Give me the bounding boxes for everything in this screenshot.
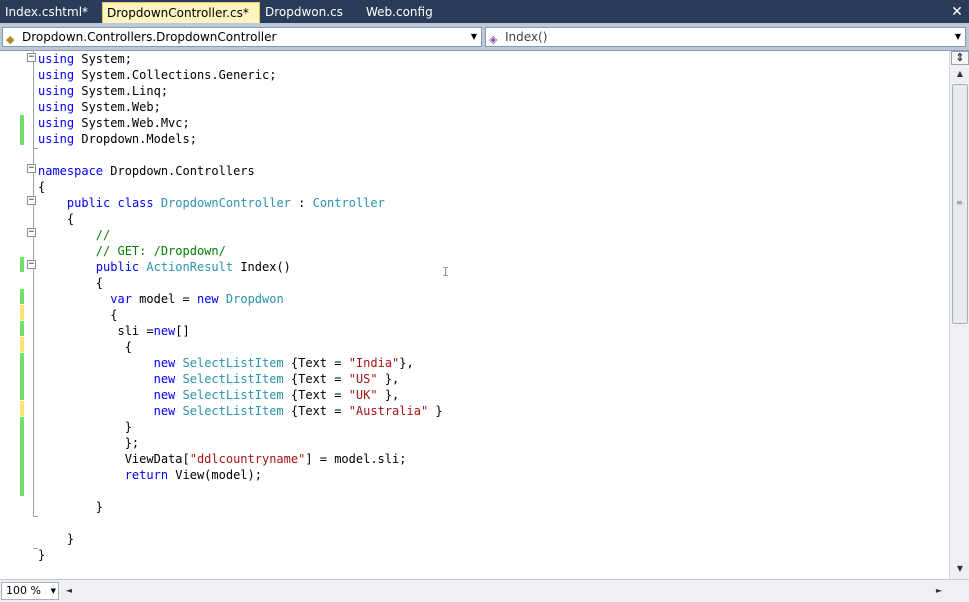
code-line: using System.Web; bbox=[38, 100, 161, 114]
scroll-left-icon[interactable]: ◄ bbox=[62, 583, 76, 599]
change-marker bbox=[20, 401, 24, 416]
code-line: using System.Web.Mvc; bbox=[38, 116, 190, 130]
collapse-icon[interactable]: − bbox=[27, 228, 36, 237]
chevron-down-icon[interactable]: ▼ bbox=[469, 28, 479, 46]
horizontal-scrollbar: 100 % ▼ ◄ ► bbox=[0, 579, 969, 602]
navigation-bar: ◆ Dropdown.Controllers.DropdownController… bbox=[0, 23, 969, 51]
code-line: namespace Dropdown.Controllers bbox=[38, 164, 255, 178]
zoom-dropdown[interactable]: 100 % ▼ bbox=[1, 582, 59, 600]
outline-line bbox=[33, 51, 34, 516]
code-line: } bbox=[38, 532, 75, 546]
scrollbar-corner bbox=[949, 580, 969, 602]
chevron-down-icon[interactable]: ▼ bbox=[51, 583, 56, 599]
code-line: { bbox=[38, 212, 75, 226]
change-marker bbox=[20, 321, 24, 336]
code-line: using Dropdown.Models; bbox=[38, 132, 197, 146]
code-line: // GET: /Dropdown/ bbox=[95, 244, 226, 258]
zoom-level: 100 % bbox=[6, 584, 41, 597]
code-line: using System; bbox=[38, 52, 132, 66]
scroll-up-icon[interactable]: ▲ bbox=[951, 66, 969, 82]
change-marker bbox=[20, 353, 24, 400]
code-line: }; bbox=[38, 436, 140, 450]
change-marker bbox=[20, 115, 24, 145]
member-dropdown[interactable]: ◈ Index() ▼ bbox=[485, 27, 966, 47]
code-line: public ActionResult Index() bbox=[95, 260, 291, 274]
code-line: } bbox=[38, 548, 46, 562]
chevron-down-icon[interactable]: ▼ bbox=[953, 28, 963, 46]
tab-dropdwon-cs[interactable]: Dropdwon.cs bbox=[260, 2, 360, 23]
collapse-icon[interactable]: − bbox=[27, 260, 36, 269]
code-editor[interactable]: − − − − − I using System; using System.Co… bbox=[0, 51, 949, 579]
collapse-icon[interactable]: − bbox=[27, 196, 36, 205]
code-line: } bbox=[38, 420, 132, 434]
type-dropdown[interactable]: ◆ Dropdown.Controllers.DropdownController… bbox=[2, 27, 482, 47]
split-handle-icon[interactable]: ⇕ bbox=[951, 51, 969, 65]
tab-dropdowncontroller-cs[interactable]: DropdownController.cs* bbox=[102, 2, 260, 23]
code-line: new SelectListItem {Text = "India"}, bbox=[153, 356, 414, 370]
scroll-down-icon[interactable]: ▼ bbox=[951, 561, 969, 577]
scrollbar-thumb[interactable]: ≡ bbox=[952, 84, 968, 324]
change-marker bbox=[20, 289, 24, 304]
close-tab-icon[interactable]: ✕ bbox=[949, 4, 965, 20]
tab-web-config[interactable]: Web.config bbox=[361, 2, 451, 23]
type-dropdown-value: Dropdown.Controllers.DropdownController bbox=[22, 30, 277, 44]
scroll-right-icon[interactable]: ► bbox=[932, 583, 946, 599]
code-line: // bbox=[95, 228, 111, 242]
code-line: ViewData["ddlcountryname"] = model.sli; bbox=[38, 452, 407, 466]
grip-icon: ≡ bbox=[956, 198, 963, 207]
change-marker bbox=[20, 305, 24, 320]
method-icon: ◈ bbox=[489, 33, 498, 46]
code-line: using System.Linq; bbox=[38, 84, 169, 98]
code-line: { bbox=[38, 276, 104, 290]
code-line: sli =new[] bbox=[38, 324, 190, 338]
collapse-icon[interactable]: − bbox=[27, 164, 36, 173]
outline-end bbox=[33, 148, 38, 149]
code-line: } bbox=[38, 500, 104, 514]
vertical-scrollbar[interactable]: ⇕ ▲ ≡ ▼ bbox=[949, 51, 969, 579]
change-marker bbox=[20, 337, 24, 352]
code-line: { bbox=[38, 308, 118, 322]
tab-index-cshtml[interactable]: Index.cshtml* bbox=[0, 2, 100, 23]
code-line: using System.Collections.Generic; bbox=[38, 68, 277, 82]
change-marker bbox=[20, 417, 24, 496]
outline-end bbox=[33, 516, 38, 517]
code-line: new SelectListItem {Text = "Australia" } bbox=[153, 404, 443, 418]
code-line: { bbox=[38, 340, 132, 354]
class-icon: ◆ bbox=[6, 33, 15, 46]
code-line: { bbox=[38, 180, 46, 194]
code-line: public class DropdownController : Contro… bbox=[66, 196, 385, 210]
change-marker bbox=[20, 257, 24, 272]
collapse-icon[interactable]: − bbox=[27, 53, 36, 62]
code-line: new SelectListItem {Text = "UK" }, bbox=[153, 388, 400, 402]
document-tab-strip: Index.cshtml* DropdownController.cs* Dro… bbox=[0, 0, 969, 23]
text-cursor-icon: I bbox=[442, 265, 450, 279]
code-line: var model = new Dropdwon bbox=[110, 292, 284, 306]
code-line: new SelectListItem {Text = "US" }, bbox=[153, 372, 400, 386]
member-dropdown-value: Index() bbox=[505, 30, 548, 44]
code-line: return View(model); bbox=[124, 468, 262, 482]
